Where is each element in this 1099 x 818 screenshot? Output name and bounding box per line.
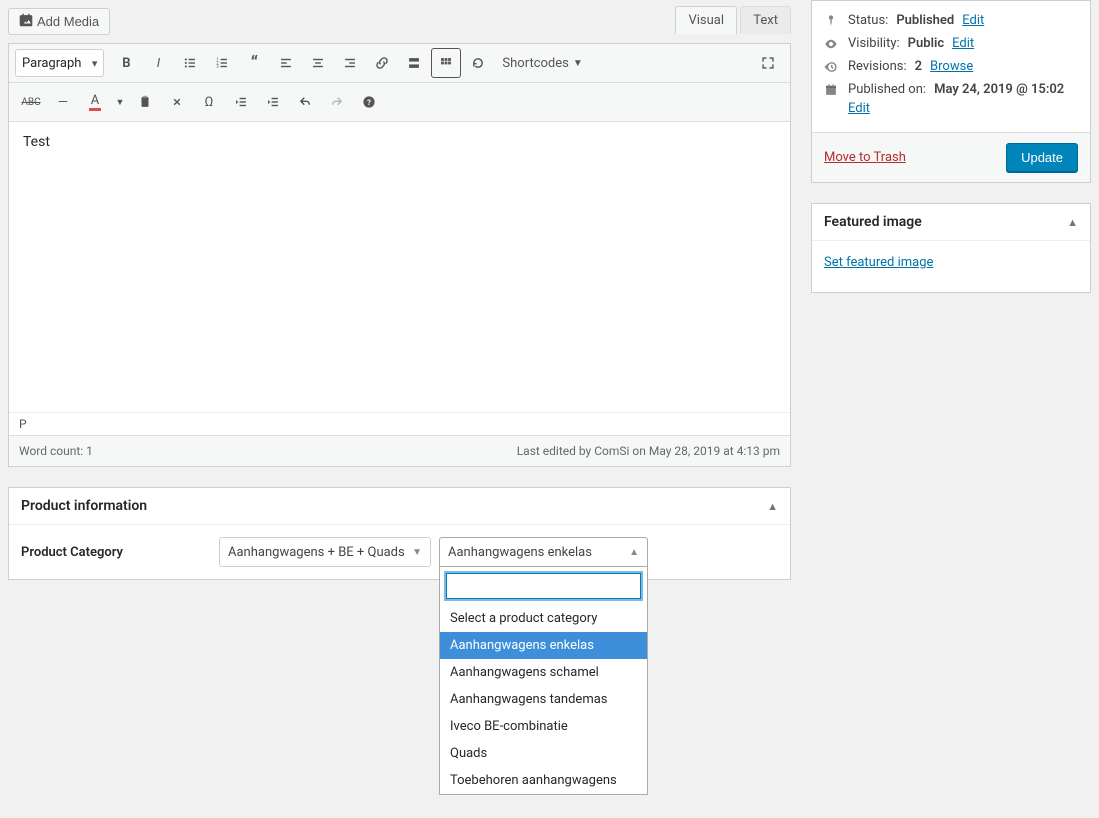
add-media-button[interactable]: Add Media bbox=[8, 8, 110, 35]
editor-content[interactable]: Test bbox=[9, 122, 790, 412]
align-left-icon[interactable] bbox=[271, 48, 301, 78]
svg-text:3: 3 bbox=[217, 65, 220, 70]
status-edit-link[interactable]: Edit bbox=[962, 13, 984, 28]
blockquote-icon[interactable]: “ bbox=[239, 48, 269, 78]
align-center-icon[interactable] bbox=[303, 48, 333, 78]
published-on-label: Published on: bbox=[848, 82, 926, 97]
media-icon bbox=[19, 13, 33, 30]
add-media-label: Add Media bbox=[37, 14, 99, 29]
shortcodes-dropdown[interactable]: Shortcodes▼ bbox=[494, 48, 590, 78]
editor-path[interactable]: P bbox=[9, 412, 790, 435]
collapse-icon[interactable]: ▲ bbox=[767, 500, 778, 513]
word-count: Word count: 1 bbox=[19, 444, 93, 458]
toolbar-row-1: Paragraph B I 123 “ Shortcodes▼ bbox=[9, 44, 790, 83]
status-label: Status: bbox=[848, 13, 888, 28]
special-char-icon[interactable]: Ω bbox=[194, 87, 224, 117]
dropdown-option[interactable]: Toebehoren aanhangwagens bbox=[440, 767, 647, 794]
date-edit-link[interactable]: Edit bbox=[848, 101, 870, 116]
toolbar-toggle-icon[interactable] bbox=[431, 48, 461, 78]
product-category-label: Product Category bbox=[21, 545, 211, 560]
readmore-icon[interactable] bbox=[399, 48, 429, 78]
bullet-list-icon[interactable] bbox=[175, 48, 205, 78]
paste-text-icon[interactable] bbox=[130, 87, 160, 117]
last-edited: Last edited by ComSi on May 28, 2019 at … bbox=[517, 444, 780, 458]
chevron-down-icon: ▼ bbox=[412, 547, 422, 558]
calendar-icon bbox=[824, 83, 840, 97]
status-value: Published bbox=[896, 13, 954, 28]
product-category-dropdown: Select a product category Aanhangwagens … bbox=[439, 567, 648, 795]
hr-icon[interactable]: — bbox=[48, 87, 78, 117]
dropdown-option[interactable]: Quads bbox=[440, 740, 647, 767]
textcolor-chevron-icon[interactable]: ▼ bbox=[112, 87, 128, 117]
visibility-label: Visibility: bbox=[848, 36, 900, 51]
publish-box: Status: Published Edit Visibility: Publi… bbox=[811, 0, 1091, 183]
product-category-select-2[interactable]: Aanhangwagens enkelas ▲ bbox=[439, 537, 648, 567]
published-on-value: May 24, 2019 @ 15:02 bbox=[934, 82, 1064, 97]
dropdown-option[interactable]: Select a product category bbox=[440, 605, 647, 632]
product-info-title: Product information bbox=[21, 498, 147, 514]
tab-text[interactable]: Text bbox=[740, 6, 791, 34]
dropdown-search-input[interactable] bbox=[446, 573, 641, 599]
collapse-icon[interactable]: ▲ bbox=[1067, 216, 1078, 229]
undo-icon[interactable] bbox=[290, 87, 320, 117]
pin-icon bbox=[824, 14, 840, 28]
toolbar-row-2: ABC — A ▼ Ω ? bbox=[9, 83, 790, 122]
dropdown-option[interactable]: Aanhangwagens tandemas bbox=[440, 686, 647, 713]
visibility-value: Public bbox=[908, 36, 944, 51]
format-select[interactable]: Paragraph bbox=[15, 49, 104, 77]
indent-icon[interactable] bbox=[258, 87, 288, 117]
textcolor-icon[interactable]: A bbox=[80, 87, 110, 117]
redo-icon[interactable] bbox=[322, 87, 352, 117]
clear-format-icon[interactable] bbox=[162, 87, 192, 117]
eye-icon bbox=[824, 37, 840, 51]
svg-text:?: ? bbox=[367, 98, 371, 107]
editor: Paragraph B I 123 “ Shortcodes▼ ABC — A bbox=[8, 43, 791, 467]
product-category-select-1[interactable]: Aanhangwagens + BE + Quads ▼ bbox=[219, 537, 431, 567]
refresh-icon[interactable] bbox=[463, 48, 493, 78]
visibility-edit-link[interactable]: Edit bbox=[952, 36, 974, 51]
dropdown-option[interactable]: Iveco BE-combinatie bbox=[440, 713, 647, 740]
featured-image-title: Featured image bbox=[824, 214, 922, 230]
help-icon[interactable]: ? bbox=[354, 87, 384, 117]
featured-image-box: Featured image ▲ Set featured image bbox=[811, 203, 1091, 293]
dropdown-option[interactable]: Aanhangwagens enkelas bbox=[440, 632, 647, 659]
strikethrough-icon[interactable]: ABC bbox=[16, 87, 46, 117]
italic-icon[interactable]: I bbox=[143, 48, 173, 78]
chevron-up-icon: ▲ bbox=[629, 547, 639, 558]
numbered-list-icon[interactable]: 123 bbox=[207, 48, 237, 78]
align-right-icon[interactable] bbox=[335, 48, 365, 78]
fullscreen-icon[interactable] bbox=[753, 48, 783, 78]
tab-visual[interactable]: Visual bbox=[675, 6, 737, 34]
set-featured-image-link[interactable]: Set featured image bbox=[824, 255, 933, 270]
bold-icon[interactable]: B bbox=[111, 48, 141, 78]
move-to-trash-link[interactable]: Move to Trash bbox=[824, 150, 906, 165]
outdent-icon[interactable] bbox=[226, 87, 256, 117]
revisions-label: Revisions: bbox=[848, 59, 907, 74]
revisions-value: 2 bbox=[915, 59, 922, 74]
link-icon[interactable] bbox=[367, 48, 397, 78]
revisions-browse-link[interactable]: Browse bbox=[930, 59, 973, 74]
update-button[interactable]: Update bbox=[1006, 143, 1078, 172]
history-icon bbox=[824, 60, 840, 74]
dropdown-option[interactable]: Aanhangwagens schamel bbox=[440, 659, 647, 686]
product-info-metabox: Product information ▲ Product Category A… bbox=[8, 487, 791, 580]
dropdown-options: Select a product category Aanhangwagens … bbox=[440, 605, 647, 794]
